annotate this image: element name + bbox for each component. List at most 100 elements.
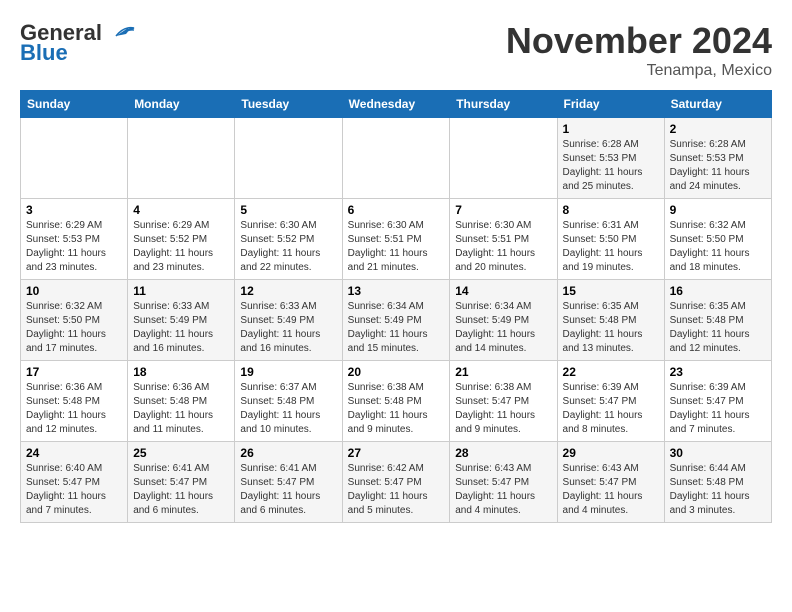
day-info: Sunrise: 6:29 AM Sunset: 5:53 PM Dayligh… <box>26 219 122 275</box>
day-number: 24 <box>26 446 122 460</box>
day-number: 14 <box>455 284 551 298</box>
calendar-cell: 25 Sunrise: 6:41 AM Sunset: 5:47 PM Dayli… <box>128 442 235 523</box>
calendar-cell: 3 Sunrise: 6:29 AM Sunset: 5:53 PM Daylig… <box>21 199 128 280</box>
day-number: 12 <box>240 284 336 298</box>
calendar-cell: 23 Sunrise: 6:39 AM Sunset: 5:47 PM Dayli… <box>664 361 771 442</box>
calendar-cell: 21 Sunrise: 6:38 AM Sunset: 5:47 PM Dayli… <box>450 361 557 442</box>
day-info: Sunrise: 6:39 AM Sunset: 5:47 PM Dayligh… <box>563 381 659 437</box>
logo-blue: Blue <box>20 40 68 66</box>
month-title: November 2024 <box>506 20 772 62</box>
calendar-cell: 13 Sunrise: 6:34 AM Sunset: 5:49 PM Dayli… <box>342 280 450 361</box>
day-info: Sunrise: 6:34 AM Sunset: 5:49 PM Dayligh… <box>348 300 445 356</box>
calendar-cell: 27Sunrise: 6:42 AM Sunset: 5:47 PM Dayli… <box>342 442 450 523</box>
calendar-cell: 2Sunrise: 6:28 AM Sunset: 5:53 PM Daylig… <box>664 118 771 199</box>
calendar-cell: 28 Sunrise: 6:43 AM Sunset: 5:47 PM Dayli… <box>450 442 557 523</box>
calendar-cell <box>21 118 128 199</box>
day-number: 17 <box>26 365 122 379</box>
header-tuesday: Tuesday <box>235 91 342 118</box>
day-info: Sunrise: 6:30 AM Sunset: 5:51 PM Dayligh… <box>348 219 445 275</box>
calendar-cell: 26 Sunrise: 6:41 AM Sunset: 5:47 PM Dayli… <box>235 442 342 523</box>
day-number: 10 <box>26 284 122 298</box>
calendar-cell: 11Sunrise: 6:33 AM Sunset: 5:49 PM Dayli… <box>128 280 235 361</box>
day-info: Sunrise: 6:29 AM Sunset: 5:52 PM Dayligh… <box>133 219 229 275</box>
calendar-cell: 20Sunrise: 6:38 AM Sunset: 5:48 PM Dayli… <box>342 361 450 442</box>
day-number: 7 <box>455 203 551 217</box>
day-info: Sunrise: 6:41 AM Sunset: 5:47 PM Dayligh… <box>133 462 229 518</box>
calendar-cell: 24 Sunrise: 6:40 AM Sunset: 5:47 PM Dayli… <box>21 442 128 523</box>
title-section: November 2024 Tenampa, Mexico <box>506 20 772 80</box>
day-number: 19 <box>240 365 336 379</box>
day-info: Sunrise: 6:33 AM Sunset: 5:49 PM Dayligh… <box>240 300 336 356</box>
day-number: 20 <box>348 365 445 379</box>
calendar-cell: 16 Sunrise: 6:35 AM Sunset: 5:48 PM Dayli… <box>664 280 771 361</box>
calendar-week-5: 24 Sunrise: 6:40 AM Sunset: 5:47 PM Dayli… <box>21 442 772 523</box>
calendar-week-1: 1 Sunrise: 6:28 AM Sunset: 5:53 PM Daylig… <box>21 118 772 199</box>
day-info: Sunrise: 6:40 AM Sunset: 5:47 PM Dayligh… <box>26 462 122 518</box>
calendar-cell: 17 Sunrise: 6:36 AM Sunset: 5:48 PM Dayli… <box>21 361 128 442</box>
calendar-cell: 14 Sunrise: 6:34 AM Sunset: 5:49 PM Dayli… <box>450 280 557 361</box>
calendar-week-3: 10 Sunrise: 6:32 AM Sunset: 5:50 PM Dayli… <box>21 280 772 361</box>
day-number: 9 <box>670 203 766 217</box>
day-number: 25 <box>133 446 229 460</box>
calendar-cell: 22 Sunrise: 6:39 AM Sunset: 5:47 PM Dayli… <box>557 361 664 442</box>
day-number: 23 <box>670 365 766 379</box>
day-number: 27 <box>348 446 445 460</box>
day-number: 29 <box>563 446 659 460</box>
calendar-cell <box>450 118 557 199</box>
page-header: General Blue November 2024 Tenampa, Mexi… <box>20 20 772 80</box>
header-friday: Friday <box>557 91 664 118</box>
day-number: 28 <box>455 446 551 460</box>
day-number: 22 <box>563 365 659 379</box>
day-number: 18 <box>133 365 229 379</box>
day-info: Sunrise: 6:41 AM Sunset: 5:47 PM Dayligh… <box>240 462 336 518</box>
calendar-table: Sunday Monday Tuesday Wednesday Thursday… <box>20 90 772 523</box>
calendar-cell: 4Sunrise: 6:29 AM Sunset: 5:52 PM Daylig… <box>128 199 235 280</box>
day-number: 5 <box>240 203 336 217</box>
day-number: 6 <box>348 203 445 217</box>
day-number: 30 <box>670 446 766 460</box>
day-info: Sunrise: 6:34 AM Sunset: 5:49 PM Dayligh… <box>455 300 551 356</box>
calendar-cell: 15Sunrise: 6:35 AM Sunset: 5:48 PM Dayli… <box>557 280 664 361</box>
calendar-cell: 5 Sunrise: 6:30 AM Sunset: 5:52 PM Daylig… <box>235 199 342 280</box>
calendar-cell <box>342 118 450 199</box>
day-info: Sunrise: 6:32 AM Sunset: 5:50 PM Dayligh… <box>26 300 122 356</box>
header-thursday: Thursday <box>450 91 557 118</box>
calendar-cell: 6 Sunrise: 6:30 AM Sunset: 5:51 PM Daylig… <box>342 199 450 280</box>
day-info: Sunrise: 6:31 AM Sunset: 5:50 PM Dayligh… <box>563 219 659 275</box>
day-number: 16 <box>670 284 766 298</box>
calendar-cell <box>128 118 235 199</box>
day-info: Sunrise: 6:35 AM Sunset: 5:48 PM Dayligh… <box>563 300 659 356</box>
day-info: Sunrise: 6:30 AM Sunset: 5:52 PM Dayligh… <box>240 219 336 275</box>
calendar-cell: 10 Sunrise: 6:32 AM Sunset: 5:50 PM Dayli… <box>21 280 128 361</box>
calendar-cell: 8Sunrise: 6:31 AM Sunset: 5:50 PM Daylig… <box>557 199 664 280</box>
day-info: Sunrise: 6:43 AM Sunset: 5:47 PM Dayligh… <box>563 462 659 518</box>
calendar-cell: 12 Sunrise: 6:33 AM Sunset: 5:49 PM Dayli… <box>235 280 342 361</box>
header-monday: Monday <box>128 91 235 118</box>
day-number: 21 <box>455 365 551 379</box>
day-number: 26 <box>240 446 336 460</box>
calendar-cell <box>235 118 342 199</box>
day-info: Sunrise: 6:38 AM Sunset: 5:47 PM Dayligh… <box>455 381 551 437</box>
day-number: 13 <box>348 284 445 298</box>
day-info: Sunrise: 6:36 AM Sunset: 5:48 PM Dayligh… <box>26 381 122 437</box>
day-info: Sunrise: 6:35 AM Sunset: 5:48 PM Dayligh… <box>670 300 766 356</box>
calendar-week-2: 3 Sunrise: 6:29 AM Sunset: 5:53 PM Daylig… <box>21 199 772 280</box>
calendar-cell: 29 Sunrise: 6:43 AM Sunset: 5:47 PM Dayli… <box>557 442 664 523</box>
day-number: 3 <box>26 203 122 217</box>
calendar-cell: 18Sunrise: 6:36 AM Sunset: 5:48 PM Dayli… <box>128 361 235 442</box>
day-info: Sunrise: 6:43 AM Sunset: 5:47 PM Dayligh… <box>455 462 551 518</box>
day-info: Sunrise: 6:28 AM Sunset: 5:53 PM Dayligh… <box>563 138 659 194</box>
calendar-week-4: 17 Sunrise: 6:36 AM Sunset: 5:48 PM Dayli… <box>21 361 772 442</box>
calendar-cell: 1 Sunrise: 6:28 AM Sunset: 5:53 PM Daylig… <box>557 118 664 199</box>
day-info: Sunrise: 6:30 AM Sunset: 5:51 PM Dayligh… <box>455 219 551 275</box>
calendar-cell: 7 Sunrise: 6:30 AM Sunset: 5:51 PM Daylig… <box>450 199 557 280</box>
calendar-header-row: Sunday Monday Tuesday Wednesday Thursday… <box>21 91 772 118</box>
day-info: Sunrise: 6:44 AM Sunset: 5:48 PM Dayligh… <box>670 462 766 518</box>
day-number: 1 <box>563 122 659 136</box>
location: Tenampa, Mexico <box>506 62 772 80</box>
header-saturday: Saturday <box>664 91 771 118</box>
header-sunday: Sunday <box>21 91 128 118</box>
header-wednesday: Wednesday <box>342 91 450 118</box>
calendar-cell: 30 Sunrise: 6:44 AM Sunset: 5:48 PM Dayli… <box>664 442 771 523</box>
day-info: Sunrise: 6:39 AM Sunset: 5:47 PM Dayligh… <box>670 381 766 437</box>
